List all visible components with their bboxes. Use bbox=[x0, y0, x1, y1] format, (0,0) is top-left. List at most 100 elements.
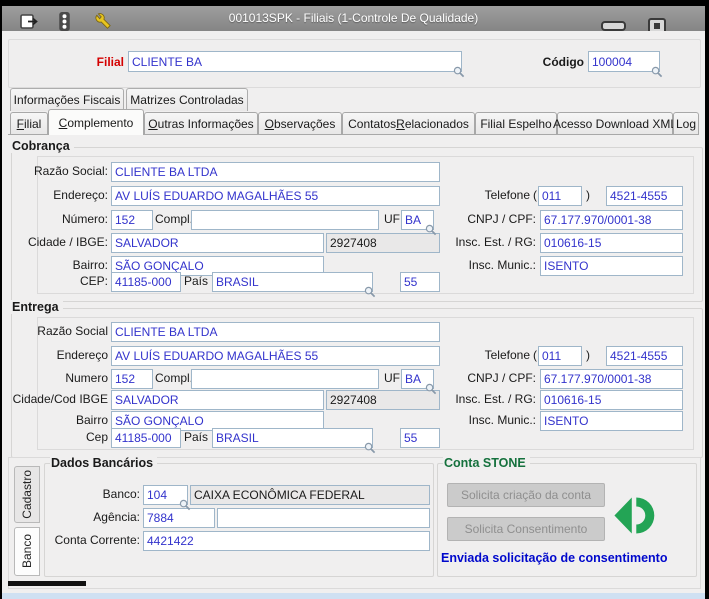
side-tab-cadastro[interactable]: Cadastro bbox=[14, 466, 40, 523]
cobranca-razao-input[interactable] bbox=[111, 162, 440, 182]
side-tab-cadastro-label: Cadastro bbox=[20, 470, 34, 519]
cobranca-uf-field-wrap bbox=[401, 210, 437, 236]
window-bottom-border bbox=[2, 593, 705, 599]
cobranca-cep-label: CEP: bbox=[79, 274, 108, 288]
banco-code-field-wrap bbox=[143, 485, 191, 511]
entrega-cnpj-label: CNPJ / CPF: bbox=[467, 371, 536, 385]
entrega-endereco-label: Endereço bbox=[56, 348, 108, 362]
entrega-ie-input[interactable] bbox=[540, 390, 683, 410]
entrega-pais-field-wrap bbox=[212, 428, 376, 454]
tab-filial[interactable]: Filial bbox=[10, 112, 48, 135]
entrega-pais-lookup-icon[interactable] bbox=[364, 442, 376, 454]
cobranca-numero-label: Número: bbox=[61, 212, 108, 226]
banco-name-display bbox=[190, 485, 430, 505]
cobranca-cnpj-label: CNPJ / CPF: bbox=[467, 212, 536, 226]
tab-complemento[interactable]: Complemento bbox=[48, 109, 144, 135]
side-tab-banco[interactable]: Banco bbox=[14, 527, 40, 576]
cobranca-endereco-input[interactable] bbox=[111, 186, 440, 206]
agencia-input[interactable] bbox=[143, 508, 215, 528]
entrega-razao-label: Razão Social bbox=[37, 324, 108, 338]
app-window: 001013SPK - Filiais (1-Controle De Quali… bbox=[0, 0, 709, 599]
codigo-field-wrap bbox=[588, 51, 663, 78]
cobranca-ibge-display bbox=[326, 233, 440, 253]
cobranca-compl-label: Compl. bbox=[155, 212, 194, 226]
stone-status-text: Enviada solicitação de consentimento bbox=[441, 551, 668, 565]
entrega-ibge-display bbox=[326, 390, 440, 410]
cobranca-pais-label: País bbox=[184, 274, 209, 288]
cobranca-phone-ddd-input[interactable] bbox=[538, 186, 582, 206]
entrega-cnpj-input[interactable] bbox=[540, 369, 683, 389]
entrega-cidade-label: Cidade/Cod IBGE bbox=[12, 392, 108, 406]
entrega-im-input[interactable] bbox=[540, 411, 683, 431]
filial-field-wrap bbox=[128, 51, 465, 78]
entrega-ie-label: Insc. Est. / RG: bbox=[455, 392, 536, 406]
cobranca-razao-label: Razão Social: bbox=[33, 164, 108, 178]
entrega-numero-input[interactable] bbox=[111, 369, 153, 389]
banco-lookup-icon[interactable] bbox=[179, 499, 191, 511]
tab-matrizes-controladas[interactable]: Matrizes Controladas bbox=[126, 88, 248, 111]
entrega-uf-lookup-icon[interactable] bbox=[425, 383, 437, 395]
cobranca-cep-input[interactable] bbox=[111, 272, 181, 292]
entrega-cidade-input[interactable] bbox=[111, 390, 324, 410]
cobranca-telefone-label: Telefone bbox=[484, 188, 530, 202]
tab-filial-espelho[interactable]: Filial Espelho bbox=[475, 112, 557, 135]
cobranca-pais-lookup-icon[interactable] bbox=[364, 286, 376, 298]
maximize-glyph bbox=[654, 23, 660, 29]
minimize-button[interactable] bbox=[601, 21, 626, 31]
cobranca-uf-lookup-icon[interactable] bbox=[425, 224, 437, 236]
entrega-pais-input[interactable] bbox=[212, 428, 373, 448]
solicita-consentimento-button[interactable]: Solicita Consentimento bbox=[447, 517, 605, 541]
cobranca-uf-label: UF bbox=[384, 212, 400, 226]
solicita-criacao-conta-button[interactable]: Solicita criação da conta bbox=[447, 483, 605, 507]
entrega-pais-code-input[interactable] bbox=[400, 428, 440, 448]
cobranca-cidade-input[interactable] bbox=[111, 233, 324, 253]
codigo-lookup-icon[interactable] bbox=[651, 66, 663, 78]
cobranca-im-input[interactable] bbox=[540, 256, 683, 276]
cobranca-cnpj-input[interactable] bbox=[540, 210, 683, 230]
cobranca-phone-close-paren: ) bbox=[586, 188, 590, 202]
tab-contatos-relacionados[interactable]: Contatos Relacionados bbox=[342, 112, 475, 135]
tab-informacoes-fiscais[interactable]: Informações Fiscais bbox=[10, 88, 124, 111]
tab-acesso-download-xml[interactable]: Acesso Download XML bbox=[553, 112, 677, 135]
entrega-compl-input[interactable] bbox=[191, 369, 379, 389]
cobranca-cidade-label: Cidade / IBGE: bbox=[27, 235, 108, 249]
filial-lookup-icon[interactable] bbox=[453, 66, 465, 78]
tab-outras-informacoes[interactable]: Outras Informações bbox=[144, 112, 258, 135]
cobranca-compl-input[interactable] bbox=[191, 210, 379, 230]
tab-observacoes[interactable]: Observações bbox=[258, 112, 342, 135]
cobranca-numero-input[interactable] bbox=[111, 210, 153, 230]
stone-logo-icon bbox=[612, 493, 658, 538]
entrega-phone-number-input[interactable] bbox=[606, 346, 683, 366]
side-tab-banco-label: Banco bbox=[20, 534, 34, 569]
cobranca-ie-input[interactable] bbox=[540, 233, 683, 253]
cobranca-phone-open-paren: ( bbox=[533, 188, 537, 202]
conta-stone-title: Conta STONE bbox=[443, 456, 530, 470]
entrega-cep-label: Cep bbox=[85, 430, 108, 444]
conta-corrente-input[interactable] bbox=[143, 531, 430, 551]
filial-label: Filial bbox=[96, 55, 124, 69]
entrega-endereco-input[interactable] bbox=[111, 346, 440, 366]
entrega-razao-input[interactable] bbox=[111, 322, 440, 342]
filial-input[interactable] bbox=[128, 51, 462, 72]
agencia-label: Agência: bbox=[93, 510, 140, 524]
splitter-handle[interactable] bbox=[8, 581, 86, 586]
cobranca-phone-number-input[interactable] bbox=[606, 186, 683, 206]
cobranca-title: Cobrança bbox=[11, 139, 74, 153]
entrega-phone-ddd-input[interactable] bbox=[538, 346, 582, 366]
entrega-cep-input[interactable] bbox=[111, 428, 181, 448]
tab-log[interactable]: Log bbox=[673, 112, 699, 135]
codigo-input[interactable] bbox=[588, 51, 660, 72]
cobranca-im-label: Insc. Munic.: bbox=[468, 258, 536, 272]
banco-label: Banco: bbox=[102, 487, 140, 501]
cobranca-pais-code-input[interactable] bbox=[400, 272, 440, 292]
entrega-bairro-label: Bairro bbox=[75, 413, 108, 427]
agencia-digit-input[interactable] bbox=[217, 508, 430, 528]
entrega-phone-close-paren: ) bbox=[586, 348, 590, 362]
entrega-title: Entrega bbox=[11, 300, 63, 314]
cobranca-pais-input[interactable] bbox=[212, 272, 373, 292]
entrega-uf-label: UF bbox=[384, 371, 400, 385]
entrega-pais-label: País bbox=[184, 430, 209, 444]
entrega-compl-label: Compl. bbox=[155, 371, 194, 385]
cobranca-pais-field-wrap bbox=[212, 272, 376, 298]
cobranca-endereco-label: Endereço: bbox=[53, 188, 108, 202]
